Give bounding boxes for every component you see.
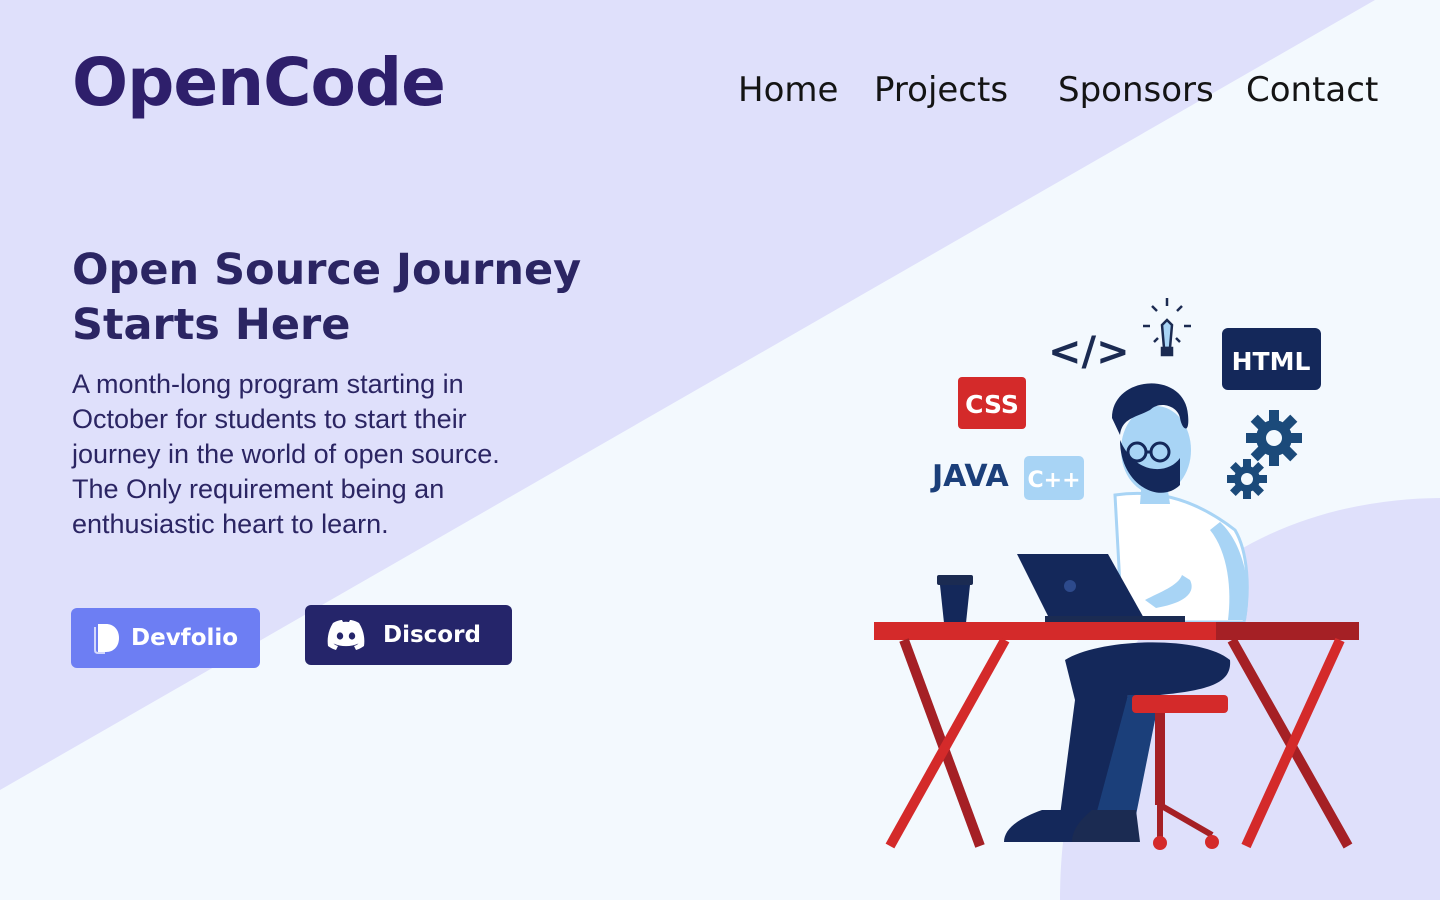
nav-sponsors[interactable]: Sponsors xyxy=(1058,70,1214,110)
hero-title: Open Source Journey Starts Here xyxy=(72,245,582,350)
java-label: JAVA xyxy=(930,459,1010,494)
developer-head xyxy=(1112,383,1191,494)
devfolio-button[interactable]: Devfolio xyxy=(71,608,260,668)
devfolio-icon xyxy=(93,622,121,654)
cpp-badge-label: C++ xyxy=(1027,468,1080,493)
coffee-cup-icon xyxy=(937,575,973,623)
gear-icon xyxy=(1227,410,1302,499)
logo[interactable]: OpenCode xyxy=(72,44,446,121)
discord-label: Discord xyxy=(383,622,481,648)
hero-description: A month-long program starting in October… xyxy=(72,369,500,539)
code-brackets-icon: </> xyxy=(1048,329,1130,375)
lightbulb-icon xyxy=(1143,298,1191,357)
nav-home[interactable]: Home xyxy=(738,70,838,110)
developer-illustration: </> HTML CSS JAVA C++ xyxy=(874,298,1359,850)
discord-icon xyxy=(325,619,367,651)
devfolio-label: Devfolio xyxy=(131,625,239,651)
discord-button[interactable]: Discord xyxy=(305,605,512,665)
nav-contact[interactable]: Contact xyxy=(1246,70,1378,110)
html-badge-label: HTML xyxy=(1232,347,1311,376)
css-badge-label: CSS xyxy=(965,390,1019,419)
nav-projects[interactable]: Projects xyxy=(874,70,1008,110)
